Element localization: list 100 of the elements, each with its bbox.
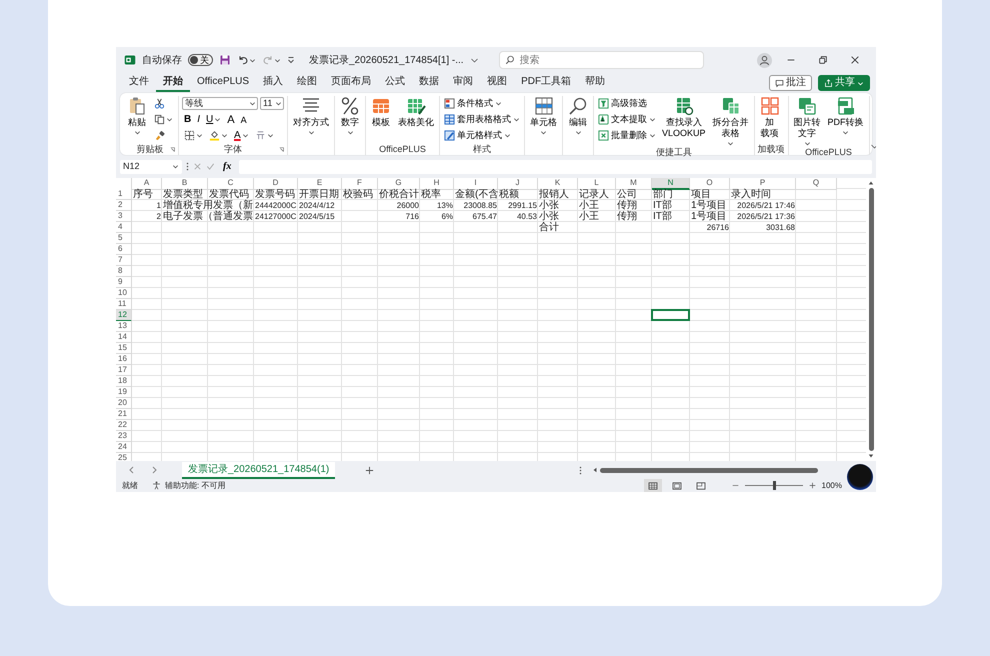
ribbon-button[interactable]: 批量删除 xyxy=(597,128,657,143)
italic-button[interactable]: I xyxy=(195,112,202,127)
ribbon-button[interactable]: 表格美化 xyxy=(396,96,436,128)
ribbon-button[interactable]: 文本提取 xyxy=(597,112,657,127)
row-header[interactable]: 1 xyxy=(116,189,132,200)
row-header[interactable]: 3 xyxy=(116,211,132,222)
ribbon-button[interactable]: PDF转换 xyxy=(826,96,866,136)
insert-function-button[interactable]: fx xyxy=(219,159,236,174)
row-header[interactable]: 9 xyxy=(116,277,132,288)
column-header[interactable]: H xyxy=(420,178,454,190)
row-header[interactable]: 19 xyxy=(116,387,132,398)
underline-button[interactable]: U xyxy=(204,112,224,127)
previous-sheet-button[interactable] xyxy=(128,466,136,474)
ribbon-button[interactable]: 套用表格格式 xyxy=(443,112,521,127)
row-header[interactable]: 21 xyxy=(116,409,132,420)
column-header[interactable]: D xyxy=(254,178,298,190)
launcher-button[interactable] xyxy=(170,147,176,153)
column-header[interactable]: I xyxy=(454,178,498,190)
menu-tab[interactable]: 插入 xyxy=(256,74,290,92)
menu-tab[interactable]: 文件 xyxy=(122,74,156,92)
column-header[interactable]: G xyxy=(378,178,420,190)
menu-tab[interactable]: 审阅 xyxy=(446,74,480,92)
column-header[interactable]: J xyxy=(498,178,538,190)
menu-tab[interactable]: 公式 xyxy=(378,74,412,92)
floating-ball-icon[interactable] xyxy=(847,464,873,490)
ribbon-button[interactable]: 模板 xyxy=(369,96,393,128)
row-header[interactable]: 11 xyxy=(116,299,132,310)
row-header[interactable]: 18 xyxy=(116,376,132,387)
add-sheet-button[interactable] xyxy=(365,466,374,474)
normal-view-button[interactable] xyxy=(644,479,662,492)
increase-font-button[interactable]: A xyxy=(225,112,237,127)
column-header[interactable]: B xyxy=(162,178,208,190)
sheet-tab[interactable]: 发票记录_20260521_174854(1) xyxy=(182,462,336,478)
column-header[interactable]: C xyxy=(208,178,254,190)
ribbon-button[interactable]: 单元格 xyxy=(528,96,559,136)
menu-tab[interactable]: 页面布局 xyxy=(324,74,378,92)
row-header[interactable]: 20 xyxy=(116,398,132,409)
borders-button[interactable] xyxy=(182,128,205,143)
column-header[interactable]: O xyxy=(690,178,730,190)
menu-tab[interactable]: PDF工具箱 xyxy=(514,74,578,92)
menu-tab[interactable]: 视图 xyxy=(480,74,514,92)
row-header[interactable]: 6 xyxy=(116,244,132,255)
row-header[interactable]: 15 xyxy=(116,343,132,354)
row-header[interactable]: 13 xyxy=(116,321,132,332)
decrease-font-button[interactable]: A xyxy=(238,112,249,127)
copy-button[interactable] xyxy=(152,112,175,127)
ribbon-button[interactable]: 图片转 文字 xyxy=(792,96,823,147)
row-header[interactable]: 16 xyxy=(116,354,132,365)
row-header[interactable]: 7 xyxy=(116,255,132,266)
ribbon-button[interactable]: 对齐方式 xyxy=(291,96,331,136)
bold-button[interactable]: B xyxy=(182,112,194,127)
column-header[interactable]: N xyxy=(652,178,690,190)
column-header[interactable]: E xyxy=(298,178,342,190)
zoom-level[interactable]: 100% xyxy=(822,480,842,490)
menu-tab[interactable]: 绘图 xyxy=(290,74,324,92)
row-header[interactable]: 24 xyxy=(116,442,132,453)
row-header[interactable]: 14 xyxy=(116,332,132,343)
row-header[interactable]: 17 xyxy=(116,365,132,376)
row-header[interactable]: 22 xyxy=(116,420,132,431)
comments-button[interactable]: 批注 xyxy=(769,75,812,91)
column-header[interactable]: P xyxy=(730,178,796,190)
menu-tab[interactable]: 数据 xyxy=(412,74,446,92)
zoom-out-button[interactable] xyxy=(732,482,739,489)
font-color-button[interactable]: A xyxy=(232,128,251,143)
menu-tab[interactable]: OfficePLUS xyxy=(190,74,256,92)
row-header[interactable]: 12 xyxy=(116,310,132,322)
share-button[interactable]: 共享 xyxy=(818,75,870,91)
font-select[interactable]: 等线 xyxy=(182,97,258,110)
ribbon-button[interactable]: 数字 xyxy=(338,96,362,136)
collapse-ribbon-button[interactable] xyxy=(870,142,876,151)
ribbon-button[interactable]: 粘贴 xyxy=(125,96,149,136)
autosave-toggle[interactable]: 关 xyxy=(188,54,213,66)
font-select[interactable]: 11 xyxy=(260,97,284,110)
row-header[interactable]: 23 xyxy=(116,431,132,442)
column-header[interactable]: M xyxy=(616,178,652,190)
ribbon-button[interactable]: 加 载项 xyxy=(758,96,782,139)
selected-cell[interactable] xyxy=(651,309,690,321)
column-header[interactable]: L xyxy=(578,178,616,190)
scissors-button[interactable] xyxy=(152,96,167,111)
ribbon-button[interactable]: 查找录入 VLOOKUP xyxy=(660,96,708,139)
ribbon-button[interactable]: 单元格样式 xyxy=(443,128,512,143)
name-box[interactable]: N12 xyxy=(120,160,182,174)
column-header[interactable]: A xyxy=(132,178,162,190)
column-header[interactable]: F xyxy=(342,178,378,190)
launcher-button[interactable] xyxy=(279,147,285,153)
row-header[interactable]: 5 xyxy=(116,233,132,244)
row-header[interactable]: 25 xyxy=(116,453,132,461)
next-sheet-button[interactable] xyxy=(150,466,158,474)
column-header[interactable]: Q xyxy=(796,178,837,190)
ribbon-button[interactable]: 编辑 xyxy=(566,96,590,136)
column-header[interactable]: K xyxy=(538,178,578,190)
menu-tab[interactable]: 帮助 xyxy=(578,74,612,92)
row-header[interactable]: 2 xyxy=(116,200,132,211)
ribbon-button[interactable]: 条件格式 xyxy=(443,96,503,111)
ribbon-button[interactable]: 高级筛选 xyxy=(597,96,648,111)
ribbon-button[interactable]: 拆分合并 表格 xyxy=(710,96,751,147)
row-header[interactable]: 10 xyxy=(116,288,132,299)
search-field[interactable]: 搜索 xyxy=(498,51,704,69)
row-header[interactable]: 4 xyxy=(116,222,132,233)
zoom-in-button[interactable] xyxy=(808,482,816,489)
